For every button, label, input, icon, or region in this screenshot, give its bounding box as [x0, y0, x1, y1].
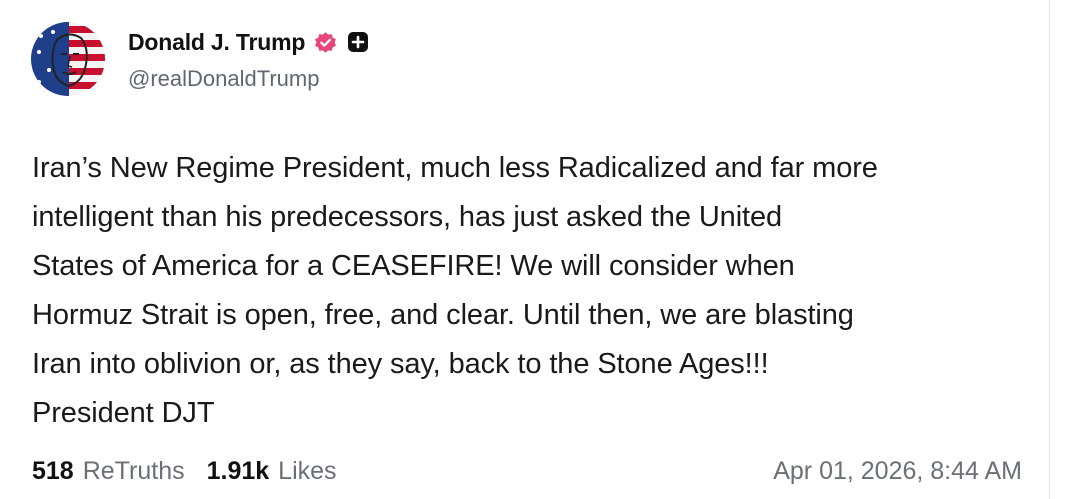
author-display-name[interactable]: Donald J. Trump	[128, 29, 305, 56]
post-footer: 518 ReTruths 1.91k Likes Apr 01, 2026, 8…	[32, 457, 1022, 486]
avatar-image	[31, 22, 105, 96]
name-row: Donald J. Trump	[128, 28, 369, 56]
retruths-count: 518	[32, 457, 74, 485]
post-timestamp[interactable]: Apr 01, 2026, 8:44 AM	[773, 457, 1022, 486]
post-body-text: Iran’s New Regime President, much less R…	[32, 152, 878, 429]
author-identity: Donald J. Trump @realDonaldTrump	[128, 28, 369, 92]
likes-stat[interactable]: 1.91k Likes	[207, 457, 337, 486]
likes-label: Likes	[278, 457, 337, 485]
post-card: Donald J. Trump @realDonaldTrump Iran’s …	[0, 0, 1050, 499]
verified-badge-icon	[313, 30, 338, 55]
author-handle[interactable]: @realDonaldTrump	[128, 66, 369, 92]
likes-count: 1.91k	[206, 457, 270, 485]
plus-square-icon	[347, 31, 369, 53]
retruths-label: ReTruths	[82, 457, 185, 485]
retruths-stat[interactable]: 518 ReTruths	[32, 457, 185, 486]
post-header: Donald J. Trump @realDonaldTrump	[31, 22, 369, 96]
avatar[interactable]	[31, 22, 105, 96]
